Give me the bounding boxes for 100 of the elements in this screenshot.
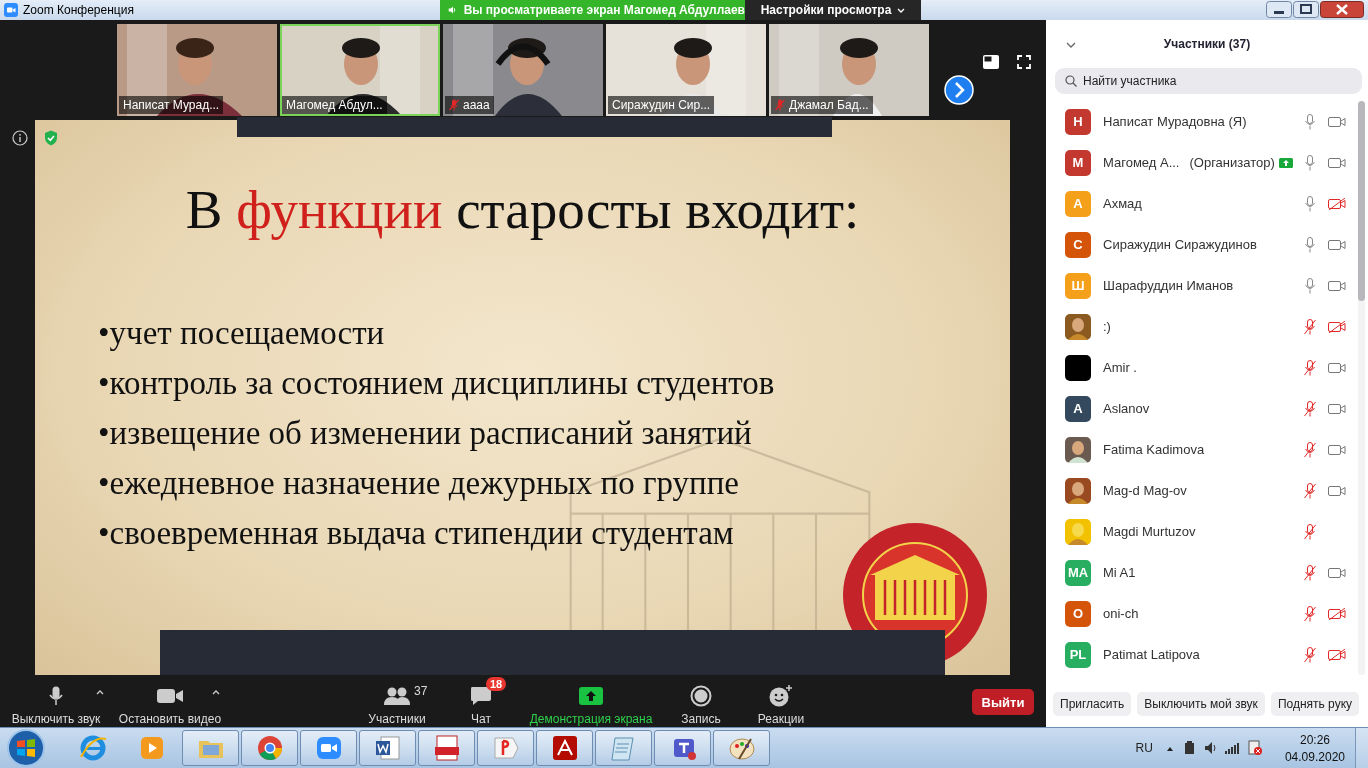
video-tile[interactable]: аааа: [443, 24, 603, 116]
video-tile[interactable]: Джамал Бад...: [769, 24, 929, 116]
camera-icon[interactable]: [1328, 361, 1346, 374]
microphone-icon[interactable]: [1304, 113, 1316, 130]
clock-date[interactable]: 04.09.2020: [1284, 749, 1345, 764]
tile-name: Джамал Бад...: [789, 98, 869, 112]
leave-button[interactable]: Выйти: [972, 689, 1034, 715]
taskbar-app[interactable]: [654, 730, 711, 766]
microphone-icon[interactable]: [1304, 236, 1316, 253]
muted-mic-icon[interactable]: [1304, 318, 1316, 335]
toolbar-button[interactable]: Выключить звук: [11, 678, 101, 726]
slide-bullet: •учет посещаемости: [98, 316, 386, 350]
fullscreen-icon[interactable]: [1017, 55, 1031, 69]
muted-mic-icon[interactable]: [1304, 482, 1316, 499]
camera-icon[interactable]: [1328, 156, 1346, 169]
participant-name: Написат Мурадовна (Я): [1103, 114, 1247, 129]
muted-mic-icon[interactable]: [1304, 646, 1316, 663]
participant-row[interactable]: С Сиражудин Сиражудинов: [1046, 224, 1368, 265]
participant-row[interactable]: :): [1046, 306, 1368, 347]
participant-name: Ахмад: [1103, 196, 1142, 211]
panel-button[interactable]: Поднять руку: [1270, 692, 1360, 716]
camera-icon[interactable]: [1328, 115, 1346, 128]
view-options-button[interactable]: Настройки просмотра: [745, 0, 921, 20]
participant-row[interactable]: Amir .: [1046, 347, 1368, 388]
close-icon[interactable]: [1320, 1, 1364, 18]
microphone-icon: [49, 686, 63, 706]
slide-title: В функции старосты входит:: [184, 178, 861, 241]
muted-mic-icon[interactable]: [1304, 564, 1316, 581]
video-tile[interactable]: Написат Мурад...: [117, 24, 277, 116]
muted-mic-icon[interactable]: [1304, 400, 1316, 417]
participant-row[interactable]: Magdi Murtuzov: [1046, 511, 1368, 552]
search-field[interactable]: Найти участника: [1055, 68, 1362, 94]
participant-row[interactable]: Fatima Kadimova: [1046, 429, 1368, 470]
camera-icon[interactable]: [1328, 402, 1346, 415]
next-page-icon[interactable]: [944, 75, 974, 105]
slide-bullet: •контроль за состоянием дисциплины студентов: [98, 366, 775, 400]
taskbar-app[interactable]: [300, 730, 357, 766]
participant-row[interactable]: O oni-ch: [1046, 593, 1368, 634]
tile-name: аааа: [463, 98, 490, 112]
participant-row[interactable]: А Ахмад: [1046, 183, 1368, 224]
share-screen-icon: [579, 687, 603, 705]
participant-row[interactable]: М Магомед А... (Организатор): [1046, 142, 1368, 183]
camera-off-icon[interactable]: [1328, 648, 1346, 661]
avatar: М: [1065, 149, 1091, 176]
caret-icon[interactable]: [212, 690, 220, 695]
participant-row[interactable]: Н Написат Мурадовна (Я): [1046, 101, 1368, 142]
language-indicator[interactable]: RU: [1135, 741, 1153, 755]
taskbar-app[interactable]: [713, 730, 770, 766]
security-shield-icon[interactable]: [44, 130, 58, 146]
taskbar-app[interactable]: [418, 730, 475, 766]
avatar: С: [1065, 231, 1091, 258]
participant-row[interactable]: A Aslanov: [1046, 388, 1368, 429]
start-button-icon[interactable]: [6, 728, 46, 768]
taskbar-app[interactable]: [536, 730, 593, 766]
participant-row[interactable]: MA Mi A1: [1046, 552, 1368, 593]
camera-icon[interactable]: [1328, 443, 1346, 456]
camera-icon[interactable]: [1328, 279, 1346, 292]
toolbar-button[interactable]: Остановить видео: [118, 678, 222, 726]
tile-name: Написат Мурад...: [123, 98, 220, 112]
camera-icon[interactable]: [1328, 238, 1346, 251]
microphone-icon[interactable]: [1304, 195, 1316, 212]
taskbar-app[interactable]: [477, 730, 534, 766]
taskbar-app[interactable]: [241, 730, 298, 766]
caret-icon[interactable]: [96, 690, 104, 695]
minimize-icon[interactable]: [1266, 1, 1292, 18]
layout-icon[interactable]: [983, 55, 999, 69]
toolbar-button[interactable]: Реакции: [757, 678, 805, 726]
camera-off-icon[interactable]: [1328, 320, 1346, 333]
role-label: (Организатор): [1189, 155, 1275, 170]
participant-row[interactable]: Ш Шарафуддин Иманов: [1046, 265, 1368, 306]
panel-button[interactable]: Выключить мой звук: [1137, 692, 1265, 716]
chevron-down-icon[interactable]: [1066, 42, 1076, 48]
scrollbar[interactable]: [1358, 101, 1365, 675]
panel-button[interactable]: Пригласить: [1053, 692, 1132, 716]
participant-row[interactable]: Mag-d Mag-ov: [1046, 470, 1368, 511]
toolbar-button[interactable]: Демонстрация экрана: [529, 678, 653, 726]
camera-icon[interactable]: [1328, 566, 1346, 579]
participant-row[interactable]: PL Patimat Latipova: [1046, 634, 1368, 675]
speaker-icon: [448, 4, 457, 16]
muted-mic-icon[interactable]: [1304, 523, 1316, 540]
video-tile[interactable]: Магомед Абдул...: [280, 24, 440, 116]
info-icon[interactable]: [12, 130, 28, 146]
muted-mic-icon[interactable]: [1304, 359, 1316, 376]
microphone-icon[interactable]: [1304, 154, 1316, 171]
toolbar-button[interactable]: Запись: [681, 678, 721, 726]
toolbar-button[interactable]: 37 Участники: [368, 678, 426, 726]
microphone-icon[interactable]: [1304, 277, 1316, 294]
video-tile[interactable]: Сиражудин Сир...: [606, 24, 766, 116]
participant-name: Amir .: [1103, 360, 1137, 375]
camera-off-icon[interactable]: [1328, 607, 1346, 620]
camera-off-icon[interactable]: [1328, 197, 1346, 210]
clock-time[interactable]: 20:26: [1299, 732, 1330, 747]
muted-mic-icon[interactable]: [1304, 441, 1316, 458]
avatar: Н: [1065, 108, 1091, 135]
taskbar-app[interactable]: [359, 730, 416, 766]
people-icon: [384, 687, 410, 705]
camera-icon[interactable]: [1328, 484, 1346, 497]
muted-mic-icon[interactable]: [1304, 605, 1316, 622]
tile-name: Сиражудин Сир...: [612, 98, 711, 112]
maximize-icon[interactable]: [1293, 1, 1319, 18]
